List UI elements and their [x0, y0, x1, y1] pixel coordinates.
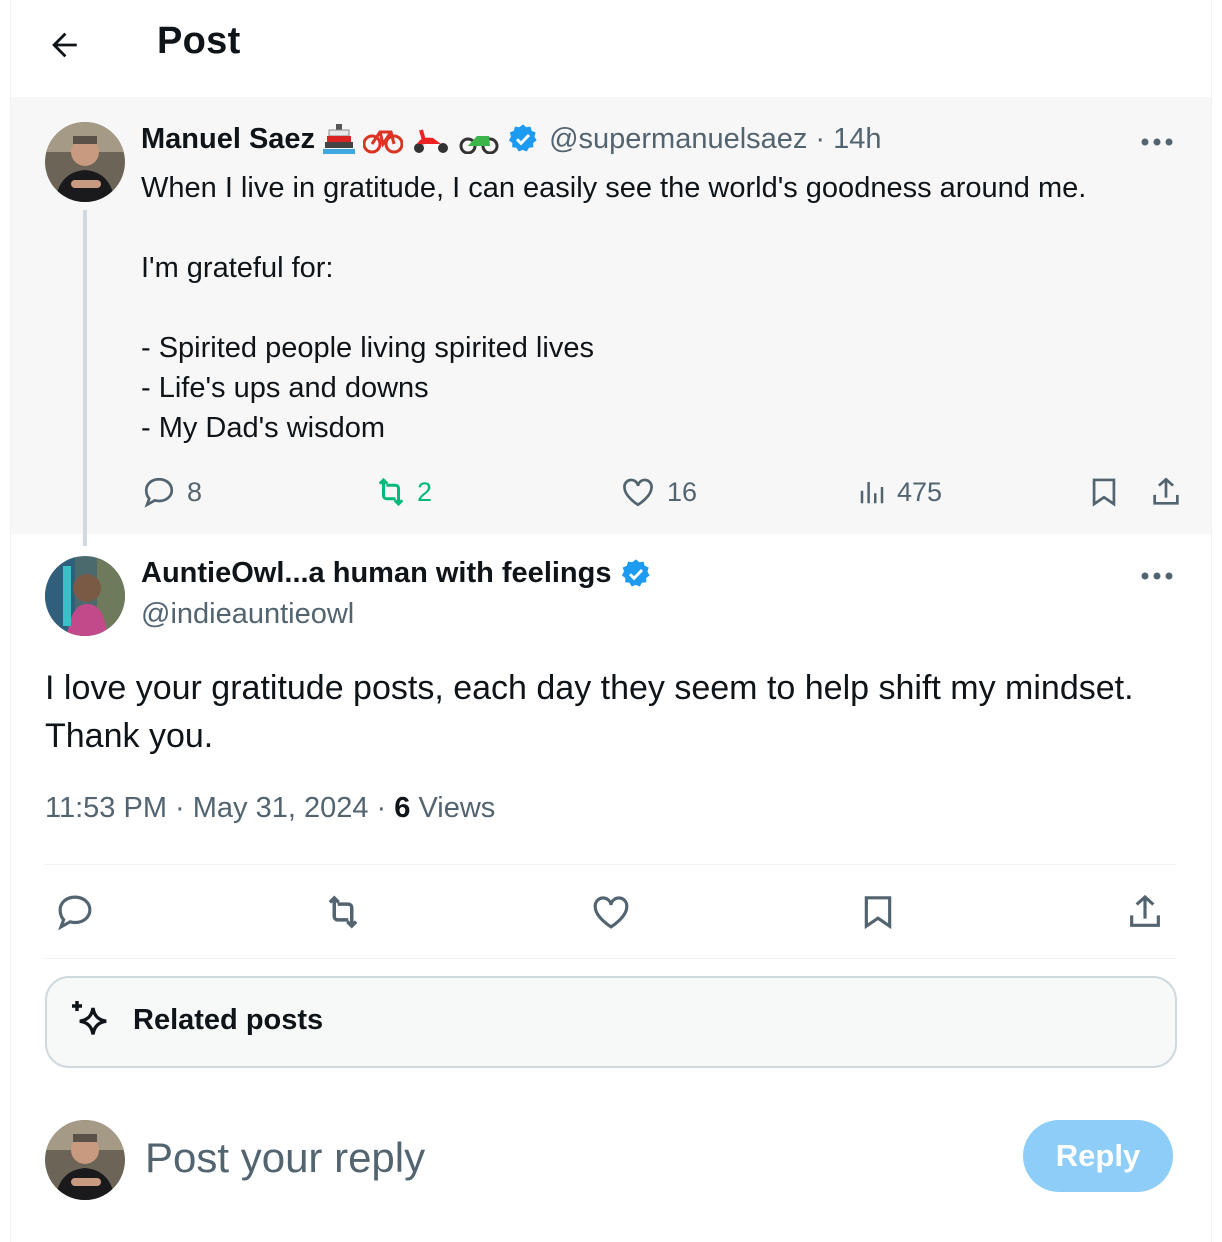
post-line: - Spirited people living spirited lives	[141, 332, 594, 364]
post-metadata: 11:53 PM · May 31, 2024 · 6 Views	[45, 792, 495, 825]
reply-icon	[58, 895, 92, 931]
current-user-avatar[interactable]	[45, 1120, 125, 1200]
repost-icon	[378, 477, 404, 507]
related-posts-button[interactable]: Related posts	[45, 976, 1177, 1068]
reply-author-row: AuntieOwl...a human with feelings	[141, 557, 652, 590]
divider	[45, 864, 1177, 865]
author-handle[interactable]: @supermanuelsaez	[549, 123, 807, 156]
parent-author-row: Manuel Saez @supermanuelsaez · 14h	[141, 122, 881, 156]
views-bar-chart-icon	[860, 482, 884, 504]
post-line: - Life's ups and downs	[141, 372, 429, 404]
post-line	[141, 208, 1086, 248]
separator: ·	[166, 792, 193, 824]
separator: ·	[368, 792, 395, 824]
avatar[interactable]	[45, 122, 125, 202]
author-name[interactable]: AuntieOwl...a human with feelings	[141, 557, 612, 590]
share-button[interactable]	[1149, 470, 1183, 514]
views-count: 475	[897, 476, 943, 507]
bookmark-button[interactable]	[854, 888, 902, 936]
bookmark-icon	[864, 896, 892, 930]
more-options-button[interactable]	[1137, 556, 1177, 596]
reply-icon	[144, 477, 174, 508]
reply-submit-button[interactable]: Reply	[1023, 1120, 1173, 1192]
bookmark-icon	[1092, 478, 1116, 507]
views-count: 6	[394, 792, 411, 824]
header: Post	[11, 0, 1211, 96]
post-time[interactable]: 11:53 PM	[45, 792, 167, 824]
heart-icon	[623, 478, 653, 507]
reply-count: 8	[187, 476, 203, 507]
heart-icon	[593, 896, 629, 929]
more-icon	[1141, 572, 1173, 580]
share-button[interactable]	[1121, 888, 1169, 936]
reply-button[interactable]	[51, 888, 99, 936]
post-line: - My Dad's wisdom	[141, 412, 386, 444]
separator: ·	[815, 122, 826, 155]
repost-icon	[328, 895, 358, 929]
share-icon	[1153, 477, 1179, 505]
parent-action-bar: 8 2 16 475	[141, 470, 1181, 514]
post-date[interactable]: May 31, 2024	[193, 792, 369, 824]
views-button[interactable]: 475	[857, 470, 942, 514]
related-posts-label: Related posts	[133, 1004, 324, 1036]
more-icon	[1141, 138, 1173, 146]
more-options-button[interactable]	[1137, 122, 1177, 162]
views-label: Views	[410, 792, 496, 824]
bookmark-button[interactable]	[1087, 470, 1121, 514]
reply-button[interactable]: 8	[141, 470, 202, 514]
repost-count: 2	[417, 476, 433, 507]
like-count: 16	[667, 476, 698, 507]
author-name[interactable]: Manuel Saez	[141, 123, 315, 156]
verified-badge-icon	[620, 558, 652, 590]
post-line	[141, 288, 1086, 328]
scooter-icon	[411, 124, 451, 154]
share-icon	[1130, 894, 1160, 927]
author-handle[interactable]: @indieauntieowl	[141, 598, 354, 631]
motorcycle-icon	[459, 124, 499, 154]
avatar[interactable]	[45, 556, 125, 636]
bicycle-icon	[363, 124, 404, 154]
post-line: I'm grateful for:	[141, 252, 334, 284]
like-button[interactable]: 16	[619, 470, 697, 514]
divider	[45, 958, 1177, 959]
post-time[interactable]: 14h	[833, 123, 881, 156]
reply-post-text: I love your gratitude posts, each day th…	[45, 669, 1134, 755]
page-title: Post	[157, 20, 241, 62]
arrow-left-icon	[52, 32, 77, 58]
post-line: When I live in gratitude, I can easily s…	[141, 172, 1087, 204]
verified-badge-icon	[507, 123, 539, 155]
back-button[interactable]	[41, 22, 87, 68]
parent-post-text: When I live in gratitude, I can easily s…	[141, 168, 1086, 448]
repost-button[interactable]	[319, 888, 367, 936]
sparkle-icon	[72, 1001, 107, 1035]
post-detail-panel: Post Manuel Saez @supermanuelsaez · 14h …	[10, 0, 1212, 1242]
repost-button[interactable]: 2	[371, 470, 432, 514]
reply-input[interactable]	[145, 1128, 845, 1188]
thread-line	[83, 210, 87, 546]
like-button[interactable]	[587, 888, 635, 936]
ship-icon	[323, 122, 356, 156]
